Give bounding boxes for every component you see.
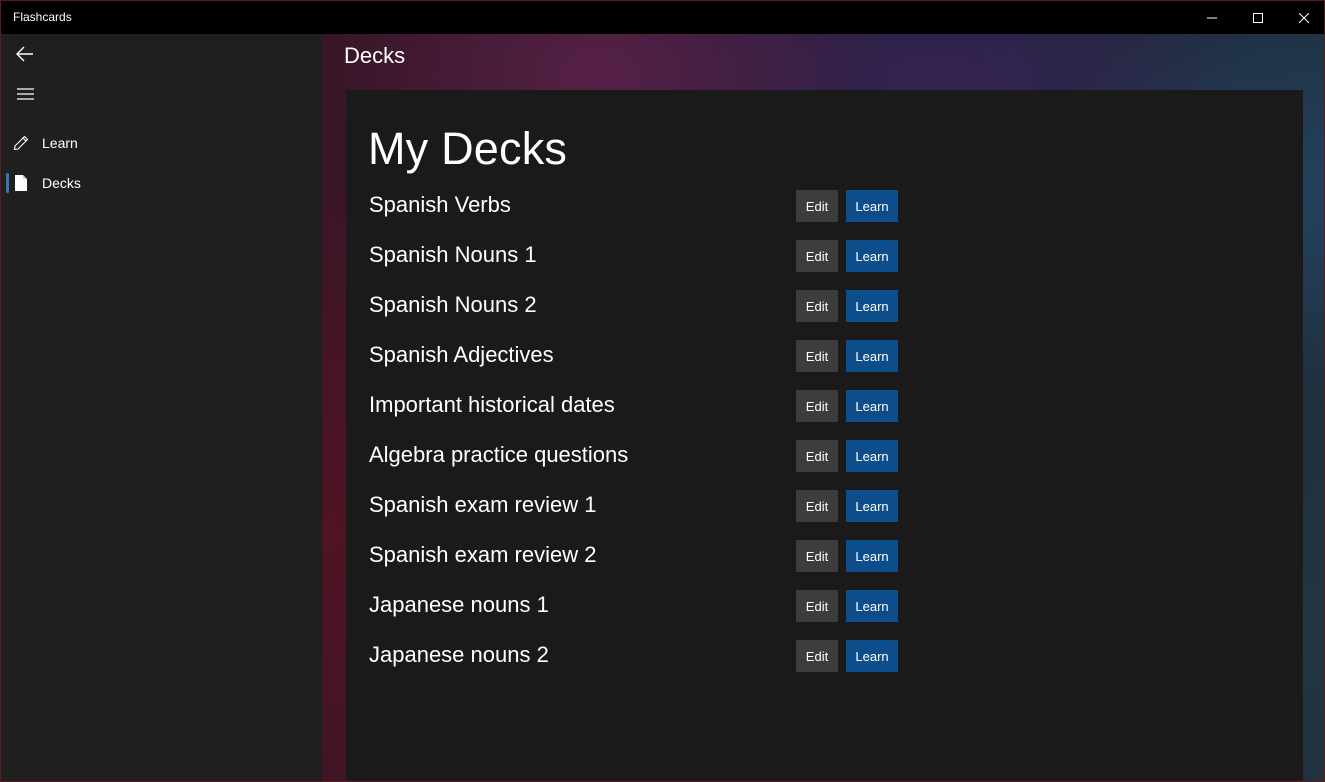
minimize-button[interactable] (1189, 1, 1235, 34)
list-item: Japanese nouns 1 Edit Learn (346, 590, 1303, 640)
deck-name: Japanese nouns 2 (369, 642, 549, 667)
deck-name: Spanish Nouns 1 (369, 242, 537, 267)
edit-deck-button[interactable]: Edit (796, 390, 838, 422)
edit-deck-button[interactable]: Edit (796, 190, 838, 222)
sidebar-item-label: Learn (42, 135, 78, 151)
page-title: My Decks (368, 123, 568, 174)
list-item: Spanish Nouns 2 Edit Learn (346, 290, 1303, 340)
deck-name: Spanish exam review 2 (369, 542, 597, 567)
edit-deck-button[interactable]: Edit (796, 590, 838, 622)
list-item: Japanese nouns 2 Edit Learn (346, 640, 1303, 690)
edit-deck-button[interactable]: Edit (796, 290, 838, 322)
app-title: Flashcards (13, 10, 72, 24)
learn-deck-button[interactable]: Learn (846, 390, 898, 422)
learn-deck-button[interactable]: Learn (846, 590, 898, 622)
learn-deck-button[interactable]: Learn (846, 290, 898, 322)
title-bar: Flashcards (1, 1, 1324, 34)
close-button[interactable] (1281, 1, 1325, 34)
decks-panel: My Decks Spanish Verbs Edit Learn Spanis… (346, 90, 1303, 781)
deck-list: Spanish Verbs Edit Learn Spanish Nouns 1… (346, 190, 1303, 690)
learn-deck-button[interactable]: Learn (846, 240, 898, 272)
list-item: Spanish Adjectives Edit Learn (346, 340, 1303, 390)
maximize-button[interactable] (1235, 1, 1281, 34)
deck-name: Spanish exam review 1 (369, 492, 597, 517)
learn-deck-button[interactable]: Learn (846, 540, 898, 572)
pencil-icon (1, 123, 41, 163)
selection-indicator (6, 173, 9, 193)
deck-name: Japanese nouns 1 (369, 592, 549, 617)
deck-name: Spanish Verbs (369, 192, 511, 217)
deck-name: Spanish Nouns 2 (369, 292, 537, 317)
learn-deck-button[interactable]: Learn (846, 490, 898, 522)
hamburger-icon (16, 88, 34, 100)
deck-name: Algebra practice questions (369, 442, 629, 467)
back-button[interactable] (1, 34, 49, 74)
page-header: Decks (344, 43, 406, 68)
learn-deck-button[interactable]: Learn (846, 440, 898, 472)
list-item: Algebra practice questions Edit Learn (346, 440, 1303, 490)
menu-toggle-button[interactable] (1, 74, 49, 114)
maximize-icon (1253, 12, 1263, 23)
sidebar-item-decks[interactable]: Decks (1, 163, 322, 203)
learn-deck-button[interactable]: Learn (846, 640, 898, 672)
list-item: Spanish Verbs Edit Learn (346, 190, 1303, 240)
list-item: Spanish Nouns 1 Edit Learn (346, 240, 1303, 290)
learn-deck-button[interactable]: Learn (846, 190, 898, 222)
list-item: Spanish exam review 2 Edit Learn (346, 540, 1303, 590)
sidebar-item-learn[interactable]: Learn (1, 123, 322, 163)
back-arrow-icon (16, 46, 33, 62)
sidebar-item-label: Decks (42, 175, 81, 191)
deck-name: Important historical dates (369, 392, 615, 417)
edit-deck-button[interactable]: Edit (796, 440, 838, 472)
content-area: Decks My Decks Spanish Verbs Edit Learn … (322, 34, 1324, 781)
list-item: Important historical dates Edit Learn (346, 390, 1303, 440)
navigation-pane: Learn Decks (1, 34, 322, 781)
edit-deck-button[interactable]: Edit (796, 540, 838, 572)
edit-deck-button[interactable]: Edit (796, 490, 838, 522)
close-icon (1299, 12, 1309, 23)
app-window: Flashcards Learn Decks Decks My Decks Sp… (0, 0, 1325, 782)
edit-deck-button[interactable]: Edit (796, 240, 838, 272)
deck-name: Spanish Adjectives (369, 342, 554, 367)
list-item: Spanish exam review 1 Edit Learn (346, 490, 1303, 540)
learn-deck-button[interactable]: Learn (846, 340, 898, 372)
minimize-icon (1207, 17, 1217, 18)
edit-deck-button[interactable]: Edit (796, 640, 838, 672)
edit-deck-button[interactable]: Edit (796, 340, 838, 372)
